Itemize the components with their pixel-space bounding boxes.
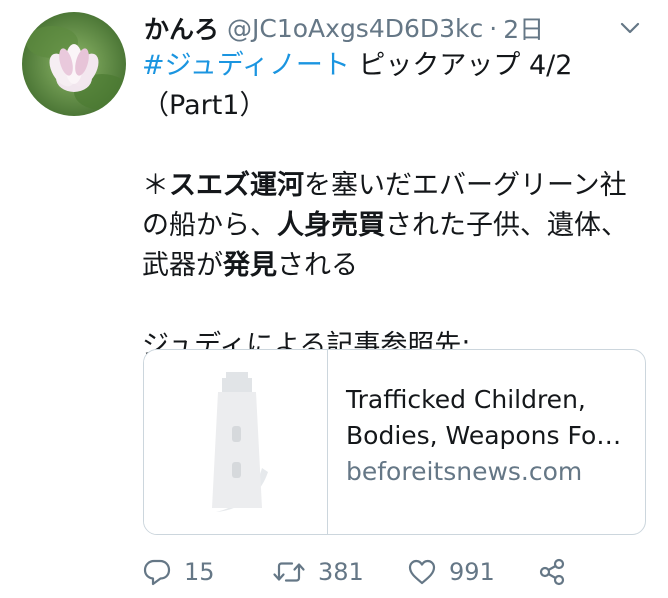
speech-bubble-icon <box>143 559 171 586</box>
avatar[interactable] <box>22 12 126 116</box>
tweet-timestamp[interactable]: 2日 <box>503 10 544 46</box>
tweet-line-1-rest: ピックアップ 4/2 <box>349 50 573 81</box>
reply-count: 15 <box>184 558 215 586</box>
card-thumbnail <box>144 350 328 534</box>
retweet-arrows-icon <box>273 562 305 582</box>
reply-button[interactable]: 15 <box>142 557 272 587</box>
link-card[interactable]: Trafficked Children, Bodies, Weapons Fo…… <box>143 349 646 535</box>
bold-human-trafficking: 人身売買 <box>277 210 385 241</box>
tweet-text: #ジュディノート ピックアップ 4/2 （Part1） ＊スエズ運河を塞いだエバ… <box>142 46 652 366</box>
separator-dot: · <box>489 13 498 43</box>
bold-discovered: 発見 <box>223 250 277 281</box>
card-domain[interactable]: beforeitsnews.com <box>346 454 645 490</box>
share-icon <box>539 558 565 586</box>
asterisk-mark: ＊ <box>142 170 169 201</box>
text-segment: される <box>277 250 358 281</box>
tweet[interactable]: かんろ @JC1oAxgs4D6D3kc · 2日 #ジュディノート ピックアッ… <box>0 0 668 598</box>
display-name[interactable]: かんろ <box>144 10 219 46</box>
retweet-button[interactable]: 381 <box>272 557 407 587</box>
retweet-count: 381 <box>318 558 364 586</box>
like-count: 991 <box>449 558 495 586</box>
heart-icon <box>408 559 436 585</box>
share-button[interactable] <box>537 557 567 587</box>
tweet-paragraph-2: ＊スエズ運河を塞いだエバーグリーン社の船から、人身売買された子供、遺体、武器が発… <box>142 166 652 286</box>
tweet-header: かんろ @JC1oAxgs4D6D3kc · 2日 <box>144 8 544 48</box>
hashtag-link[interactable]: #ジュディノート <box>142 50 350 81</box>
lotus-avatar-image <box>22 12 126 116</box>
like-button[interactable]: 991 <box>407 557 537 587</box>
card-title[interactable]: Trafficked Children, Bodies, Weapons Fo… <box>346 382 645 454</box>
lighthouse-icon <box>212 372 268 512</box>
tweet-actions: 15 381 991 <box>142 552 652 592</box>
bold-suez-canal: スエズ運河 <box>169 170 304 201</box>
card-info: Trafficked Children, Bodies, Weapons Fo…… <box>328 350 645 534</box>
tweet-line-2: （Part1） <box>142 90 267 121</box>
chevron-down-icon[interactable] <box>618 16 642 40</box>
user-handle[interactable]: @JC1oAxgs4D6D3kc <box>227 14 483 43</box>
tweet-line-1: #ジュディノート ピックアップ 4/2 <box>142 46 652 86</box>
